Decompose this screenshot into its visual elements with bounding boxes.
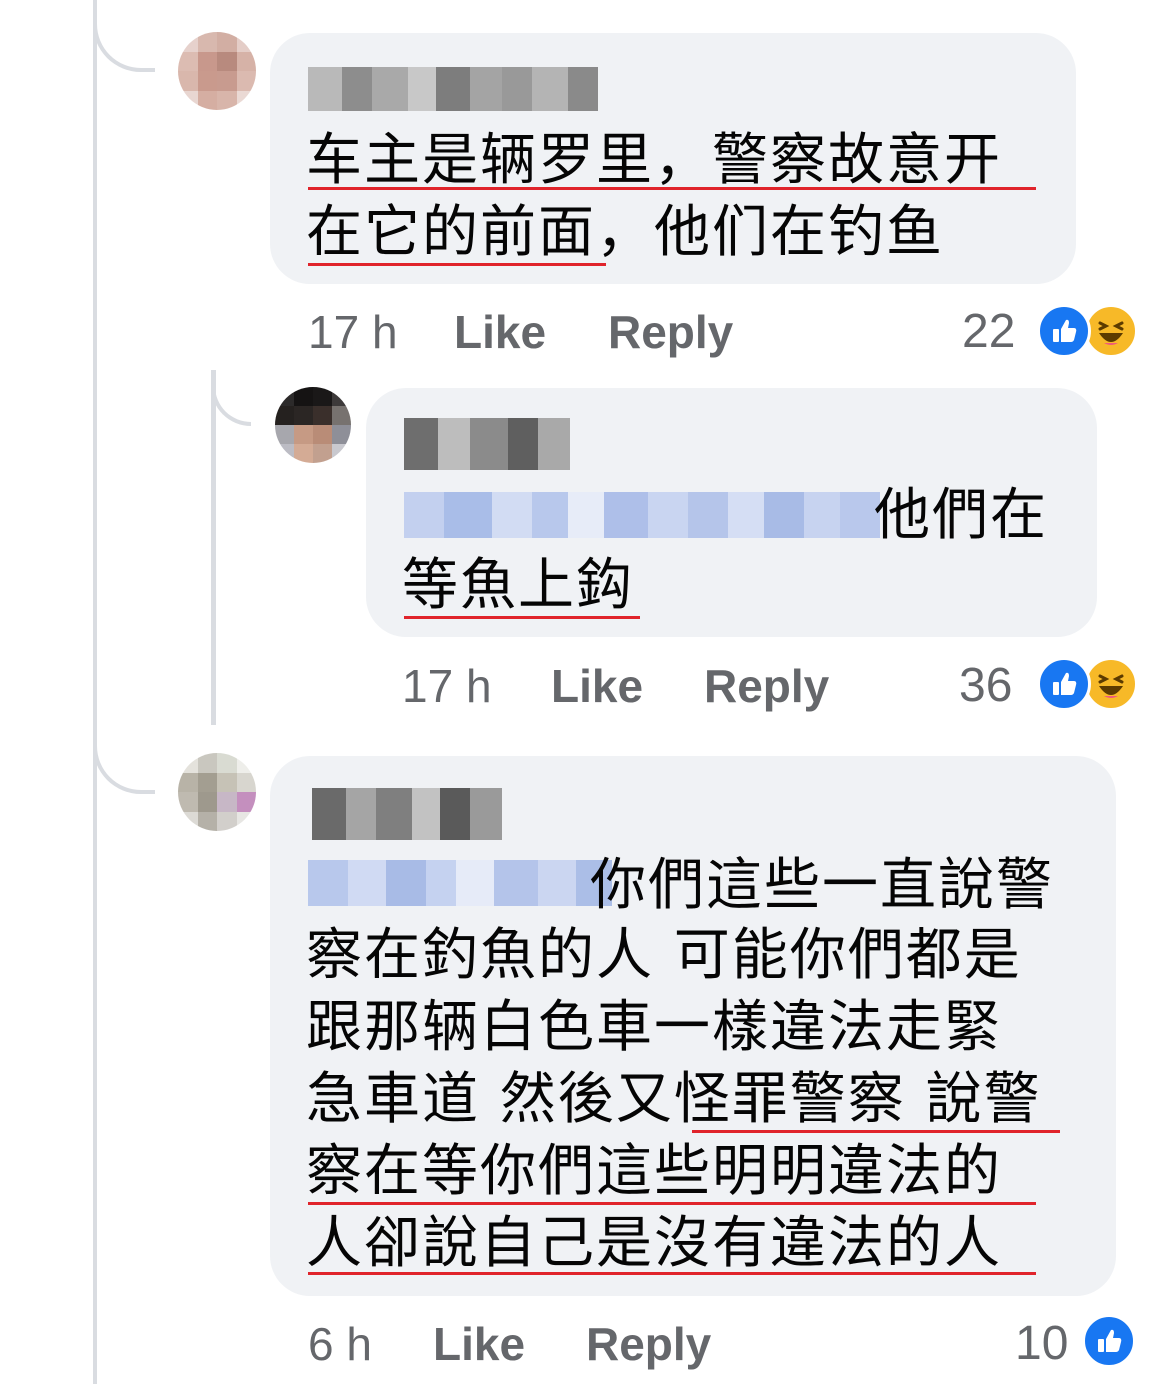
comment-text-line: 跟那辆白色車一樣違法走緊 <box>306 995 1002 1060</box>
avatar[interactable] <box>178 753 256 831</box>
mentioned-user-blurred[interactable] <box>404 492 880 538</box>
comment-time[interactable]: 17 h <box>402 658 492 714</box>
comment-time[interactable]: 17 h <box>308 304 398 360</box>
comment-bubble: 他們在 等魚上鈎 <box>366 388 1097 637</box>
like-icon <box>1082 1314 1136 1368</box>
author-name-blurred[interactable] <box>308 67 598 111</box>
haha-icon <box>1084 304 1138 358</box>
thread-connector-1 <box>93 0 155 72</box>
like-button[interactable]: Like <box>454 304 546 360</box>
reaction-count[interactable]: 36 <box>959 658 1012 714</box>
like-icon <box>1037 657 1091 711</box>
comment-text-line: 察在等你們這些明明違法的 <box>306 1139 1002 1204</box>
highlight-underline <box>308 187 1036 190</box>
comment-text-line: 等魚上鈎 <box>402 553 634 618</box>
highlight-underline <box>308 1272 1036 1275</box>
comment-text-line: 察在釣魚的人 可能你們都是 <box>306 923 1022 988</box>
like-button[interactable]: Like <box>551 658 643 714</box>
comment-bubble: 车主是辆罗里，警察故意开 在它的前面，他们在钓鱼 <box>270 33 1076 284</box>
author-name-blurred[interactable] <box>312 788 502 840</box>
comment-text-line: 他們在 <box>874 483 1048 548</box>
highlight-underline <box>308 263 606 266</box>
avatar[interactable] <box>275 387 351 463</box>
reply-button[interactable]: Reply <box>586 1316 711 1372</box>
comment-text-line: 急車道 然後又怪罪警察 說警 <box>306 1067 1042 1132</box>
highlight-underline <box>308 1202 1036 1205</box>
haha-icon <box>1084 657 1138 711</box>
comment-text-line: 你們這些一直說警 <box>590 853 1054 918</box>
reply-button[interactable]: Reply <box>704 658 829 714</box>
mentioned-user-blurred[interactable] <box>308 860 612 906</box>
thread-connector-3 <box>93 700 155 794</box>
author-name-blurred[interactable] <box>404 418 570 470</box>
avatar[interactable] <box>178 32 256 110</box>
thread-connector-2 <box>211 370 251 426</box>
comment-text-line: 人卻說自己是沒有違法的人 <box>306 1211 1002 1276</box>
reaction-count[interactable]: 10 <box>1015 1316 1068 1372</box>
thread-line-main <box>93 0 97 1384</box>
reply-button[interactable]: Reply <box>608 304 733 360</box>
thread-line-reply <box>211 370 216 725</box>
like-icon <box>1037 304 1091 358</box>
comment-text-line: 在它的前面，他们在钓鱼 <box>306 200 944 265</box>
reaction-count[interactable]: 22 <box>962 304 1015 360</box>
highlight-underline <box>404 616 640 619</box>
highlight-underline <box>692 1130 1060 1133</box>
like-button[interactable]: Like <box>433 1316 525 1372</box>
comment-time[interactable]: 6 h <box>308 1316 372 1372</box>
comment-bubble: 你們這些一直說警 察在釣魚的人 可能你們都是 跟那辆白色車一樣違法走緊 急車道 … <box>270 756 1116 1296</box>
